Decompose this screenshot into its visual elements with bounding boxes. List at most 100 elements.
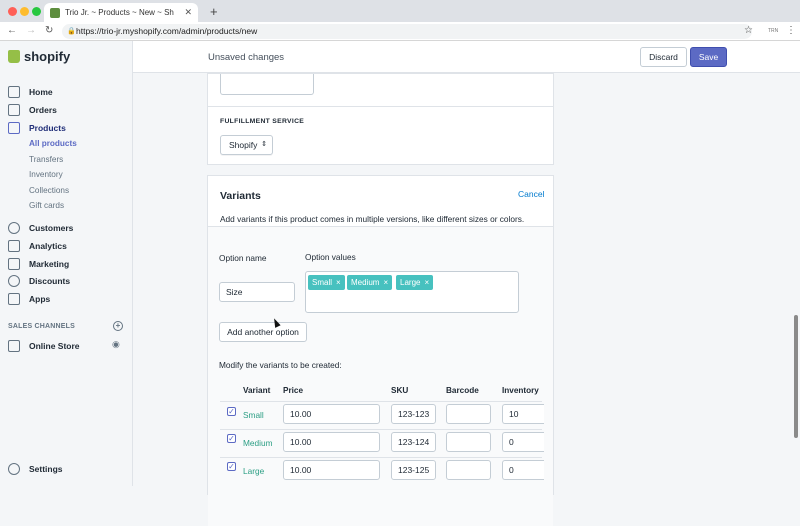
inventory-input[interactable]: 0	[502, 460, 544, 480]
cancel-variants-link[interactable]: Cancel	[518, 189, 544, 199]
sidebar-item-label: Home	[29, 87, 53, 97]
tag-label: Large	[400, 278, 421, 287]
sidebar-subitem-transfers[interactable]: Transfers	[29, 155, 63, 164]
discounts-icon	[8, 275, 20, 287]
forward-icon[interactable]: →	[26, 25, 36, 36]
new-tab-button[interactable]: +	[210, 4, 218, 19]
remove-tag-icon[interactable]: ×	[336, 278, 341, 287]
sku-input[interactable]: 123-125	[391, 460, 436, 480]
unsaved-changes-message: Unsaved changes	[208, 52, 285, 63]
shopify-bag-icon	[8, 50, 20, 63]
browser-menu-icon[interactable]: ⋮	[786, 25, 796, 36]
save-button[interactable]: Save	[690, 47, 727, 67]
sales-channels-header: SALES CHANNELS +	[8, 321, 123, 331]
variant-name: Small	[243, 410, 264, 420]
url-field[interactable]: 🔒 https://trio-jr.myshopify.com/admin/pr…	[62, 24, 752, 39]
sidebar-subitem-gift-cards[interactable]: Gift cards	[29, 201, 64, 210]
back-icon[interactable]: ←	[7, 25, 17, 36]
option-value-tag: Large ×	[396, 275, 434, 290]
barcode-input[interactable]	[446, 460, 491, 480]
sidebar-item-label: Orders	[29, 105, 57, 115]
settings-gear-icon	[8, 463, 20, 475]
minimize-window-button[interactable]	[20, 7, 29, 16]
sku-input[interactable]: 123-124	[391, 432, 436, 452]
variants-card: Variants Cancel Add variants if this pro…	[207, 175, 554, 526]
extension-icon[interactable]: TRN	[768, 28, 778, 34]
bookmark-star-icon[interactable]: ☆	[744, 25, 753, 36]
add-sales-channel-icon[interactable]: +	[113, 321, 123, 331]
divider	[208, 106, 553, 107]
option-values-input[interactable]: Small × Medium × Large ×	[305, 271, 519, 313]
option-name-label: Option name	[219, 253, 267, 263]
home-icon	[8, 86, 20, 98]
variant-checkbox[interactable]: ✓	[227, 434, 236, 443]
price-input[interactable]: 10.00	[283, 460, 380, 480]
tab-title: Trio Jr. ~ Products ~ New ~ Sh	[65, 8, 174, 17]
sidebar-item-customers[interactable]: Customers	[8, 222, 73, 234]
price-input[interactable]: 10.00	[283, 432, 380, 452]
sidebar-item-marketing[interactable]: Marketing	[8, 258, 69, 270]
sidebar-item-analytics[interactable]: Analytics	[8, 240, 67, 252]
sidebar-subitem-all-products[interactable]: All products	[29, 139, 77, 148]
variant-name: Large	[243, 466, 265, 476]
sidebar-item-orders[interactable]: Orders	[8, 104, 57, 116]
column-header-price: Price	[283, 386, 304, 395]
discard-button[interactable]: Discard	[640, 47, 687, 67]
customers-icon	[8, 222, 20, 234]
marketing-icon	[8, 258, 20, 270]
variants-heading: Variants	[220, 190, 261, 202]
maximize-window-button[interactable]	[32, 7, 41, 16]
close-tab-icon[interactable]: ✕	[184, 7, 192, 18]
sidebar-item-label: Marketing	[29, 259, 70, 269]
sidebar-item-settings[interactable]: Settings	[8, 463, 63, 475]
barcode-input[interactable]	[446, 404, 491, 424]
shipping-card: FULFILLMENT SERVICE Shopify ⇕	[207, 73, 554, 165]
lock-icon: 🔒	[67, 28, 76, 35]
sidebar-item-home[interactable]: Home	[8, 86, 53, 98]
variant-checkbox[interactable]: ✓	[227, 462, 236, 471]
remove-tag-icon[interactable]: ×	[424, 278, 429, 287]
option-value-tag: Medium ×	[347, 275, 393, 290]
contextual-save-bar: Unsaved changes Discard Save	[133, 41, 800, 73]
address-bar-row: ← → ↻ 🔒 https://trio-jr.myshopify.com/ad…	[0, 22, 800, 41]
shopify-favicon-icon	[50, 7, 60, 18]
view-store-eye-icon[interactable]: ◉	[112, 339, 120, 350]
sidebar-subitem-inventory[interactable]: Inventory	[29, 170, 63, 179]
sidebar-item-label: Online Store	[29, 341, 80, 351]
variant-name: Medium	[243, 438, 273, 448]
option-name-input[interactable]: Size	[219, 282, 295, 302]
column-header-sku: SKU	[391, 386, 409, 395]
variant-checkbox[interactable]: ✓	[227, 407, 236, 416]
sidebar-item-discounts[interactable]: Discounts	[8, 275, 70, 287]
sidebar: shopify Home Orders Products All product…	[0, 41, 133, 486]
price-input[interactable]: 10.00	[283, 404, 380, 424]
sidebar-item-apps[interactable]: Apps	[8, 293, 50, 305]
orders-icon	[8, 104, 20, 116]
browser-tab[interactable]: Trio Jr. ~ Products ~ New ~ Sh ✕	[44, 3, 198, 22]
shopify-logo[interactable]: shopify	[8, 49, 70, 64]
close-window-button[interactable]	[8, 7, 17, 16]
row-divider	[220, 457, 542, 458]
apps-icon	[8, 293, 20, 305]
fulfillment-service-select[interactable]: Shopify ⇕	[220, 135, 273, 155]
add-another-option-button[interactable]: Add another option	[219, 322, 307, 342]
analytics-icon	[8, 240, 20, 252]
inventory-input[interactable]: 10	[502, 404, 544, 424]
sku-input[interactable]: 123-123	[391, 404, 436, 424]
inventory-input[interactable]: 0	[502, 432, 544, 452]
sidebar-subitem-collections[interactable]: Collections	[29, 186, 69, 195]
option-value-tag: Small ×	[308, 275, 345, 290]
sidebar-item-products[interactable]: Products	[8, 122, 66, 134]
weight-input[interactable]	[220, 74, 314, 95]
reload-icon[interactable]: ↻	[45, 25, 53, 36]
remove-tag-icon[interactable]: ×	[383, 278, 388, 287]
barcode-input[interactable]	[446, 432, 491, 452]
tag-icon	[8, 122, 20, 134]
tag-label: Small	[312, 278, 333, 287]
row-divider	[220, 429, 542, 430]
select-arrows-icon: ⇕	[261, 141, 267, 148]
page-scrollbar[interactable]	[794, 315, 798, 438]
variants-description: Add variants if this product comes in mu…	[220, 214, 525, 224]
sidebar-item-online-store[interactable]: Online Store	[8, 340, 80, 352]
sidebar-item-label: Analytics	[29, 241, 67, 251]
